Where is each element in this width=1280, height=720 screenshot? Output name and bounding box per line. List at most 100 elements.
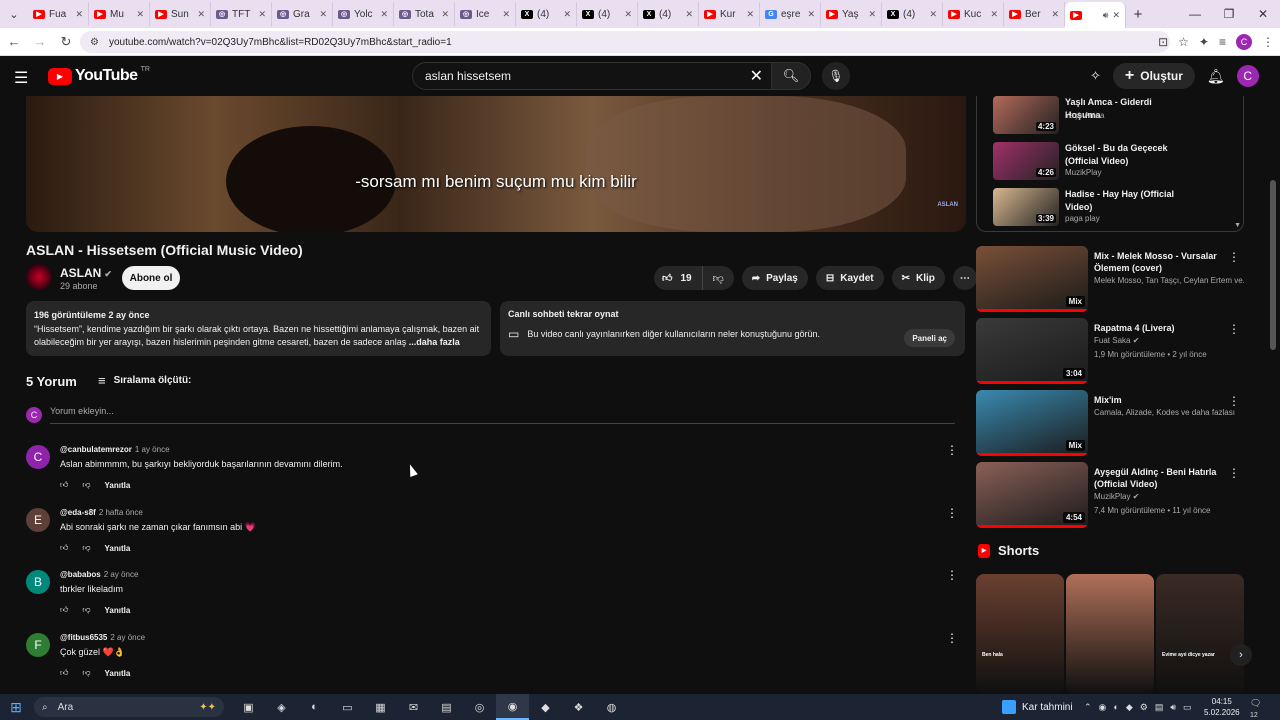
- copilot-icon[interactable]: ◈: [265, 694, 298, 720]
- browser-tab[interactable]: X (4) ✕: [516, 2, 577, 26]
- more-options-icon[interactable]: ⋮: [1228, 250, 1240, 264]
- tab-close-icon[interactable]: ✕: [75, 9, 83, 20]
- mail-icon[interactable]: ✉: [397, 694, 430, 720]
- browser-tab[interactable]: X (4) ✕: [638, 2, 699, 26]
- app-icon-3[interactable]: ❖: [562, 694, 595, 720]
- browser-tab[interactable]: ◎ TFT ✕: [211, 2, 272, 26]
- browser-tab[interactable]: ▶ Kur ✕: [699, 2, 760, 26]
- browser-tab[interactable]: ▶ Mu ✕: [89, 2, 150, 26]
- reply-button[interactable]: Yanıtla: [105, 544, 131, 553]
- save-button[interactable]: ⊟ Kaydet: [815, 266, 884, 290]
- playlist-item[interactable]: 3:39 Hadise - Hay Hay (Official Video) pag…: [993, 188, 1233, 226]
- show-more-link[interactable]: ...daha fazla: [409, 337, 460, 347]
- shorts-next-button[interactable]: ›: [1230, 644, 1252, 666]
- more-options-icon[interactable]: ⋮: [1228, 394, 1240, 408]
- site-info-icon[interactable]: ⚙: [90, 37, 99, 48]
- comment-avatar[interactable]: B: [26, 570, 50, 594]
- create-button[interactable]: + Oluştur: [1112, 63, 1195, 89]
- thumbs-up-icon[interactable]: 👍︎: [60, 668, 68, 678]
- channel-avatar[interactable]: [26, 264, 52, 290]
- store-icon[interactable]: ▦: [364, 694, 397, 720]
- page-scrollbar[interactable]: [1270, 180, 1276, 350]
- new-tab-button[interactable]: +: [1126, 6, 1150, 23]
- comment-time[interactable]: 1 ay önce: [135, 445, 170, 454]
- notification-center-icon[interactable]: 🗨︎12: [1250, 698, 1268, 719]
- playlist-item[interactable]: 4:26 Göksel - Bu da Geçecek (Official Vid…: [993, 142, 1233, 180]
- search-input[interactable]: aslan hissetsem ✕: [412, 62, 772, 90]
- channel-name[interactable]: ASLAN ✔: [60, 266, 112, 280]
- system-clock[interactable]: 04:15 5.02.2026: [1204, 696, 1240, 718]
- app-icon[interactable]: ▤: [430, 694, 463, 720]
- tab-close-icon[interactable]: ✕: [319, 9, 327, 20]
- comment-more-icon[interactable]: ⋮: [946, 443, 958, 457]
- voice-search-button[interactable]: 🎙︎: [822, 62, 850, 90]
- short-video[interactable]: [1066, 574, 1154, 694]
- comment-username[interactable]: @fitbus6535: [60, 633, 107, 642]
- browser-menu-icon[interactable]: ⋮: [1262, 35, 1274, 49]
- thumbs-down-icon[interactable]: 👎︎: [82, 543, 90, 553]
- back-icon[interactable]: ←: [2, 34, 26, 49]
- tab-close-icon[interactable]: ✕: [380, 9, 388, 20]
- tab-close-icon[interactable]: ✕: [746, 9, 754, 20]
- tab-close-icon[interactable]: ✕: [807, 9, 815, 20]
- comment-time[interactable]: 2 ay önce: [104, 570, 139, 579]
- app-icon-2[interactable]: ◆: [529, 694, 562, 720]
- reply-button[interactable]: Yanıtla: [105, 669, 131, 678]
- tab-close-icon[interactable]: ✕: [685, 9, 693, 20]
- recommended-video[interactable]: Mix Mix'im Camala, Alizade, Kodes ve daha …: [976, 390, 1244, 456]
- browser-tab[interactable]: ▶ Ber ✕: [1004, 2, 1065, 26]
- tray-app-icon-2[interactable]: ◐: [1113, 702, 1118, 712]
- edge-icon[interactable]: ◐: [298, 694, 331, 720]
- share-button[interactable]: ➦ Paylaş: [741, 266, 808, 290]
- tab-close-icon[interactable]: ✕: [1051, 9, 1059, 20]
- browser-tab[interactable]: ▶ Yaş ✕: [821, 2, 882, 26]
- add-comment-input[interactable]: Yorum ekleyin...: [50, 406, 955, 424]
- dislike-button[interactable]: 👎︎: [703, 266, 734, 290]
- minimize-icon[interactable]: —: [1178, 0, 1212, 28]
- reply-button[interactable]: Yanıtla: [105, 606, 131, 615]
- tray-app-icon-4[interactable]: ⚙: [1140, 702, 1148, 713]
- comment-time[interactable]: 2 hafta önce: [99, 508, 143, 517]
- restore-icon[interactable]: ❐: [1212, 0, 1246, 28]
- clip-button[interactable]: ✂ Klip: [891, 266, 945, 290]
- tray-app-icon-3[interactable]: ◆: [1126, 702, 1133, 713]
- recommended-video[interactable]: 3:04 Rapatma 4 (Livera) Fuat Saka ✔ 1,9 Mn …: [976, 318, 1244, 384]
- comment-more-icon[interactable]: ⋮: [946, 506, 958, 520]
- tab-close-icon[interactable]: ✕: [258, 9, 266, 20]
- browser-tab[interactable]: ◎ Tota ✕: [394, 2, 455, 26]
- taskbar-search[interactable]: ⌕ Ara ✦✦: [34, 697, 224, 717]
- short-video[interactable]: Evime ayıi dicye yazar: [1156, 574, 1244, 694]
- notifications-bell-icon[interactable]: 🔔︎: [1207, 68, 1225, 85]
- task-view-icon[interactable]: ▣: [232, 694, 265, 720]
- tab-search-icon[interactable]: ⌄: [0, 0, 28, 28]
- thumbs-down-icon[interactable]: 👎︎: [82, 668, 90, 678]
- tray-app-icon[interactable]: ◉: [1099, 702, 1107, 713]
- browser-tab[interactable]: X (4) ✕: [577, 2, 638, 26]
- account-avatar[interactable]: C: [1236, 65, 1259, 87]
- comment-more-icon[interactable]: ⋮: [946, 568, 958, 582]
- short-video[interactable]: Ben hala: [976, 574, 1064, 694]
- comment-avatar[interactable]: F: [26, 633, 50, 657]
- comment-username[interactable]: @canbulatemrezor: [60, 445, 132, 454]
- app-icon-4[interactable]: ◍: [595, 694, 628, 720]
- thumbs-up-icon[interactable]: 👍︎: [60, 605, 68, 615]
- sort-comments-button[interactable]: ≡ Sıralama ölçütü:: [98, 373, 191, 388]
- video-player[interactable]: -sorsam mı benim suçum mu kim bilir ASLA…: [26, 96, 966, 232]
- youtube-premium-icon[interactable]: ✧: [1090, 68, 1101, 84]
- search-button[interactable]: 🔍︎: [771, 62, 811, 90]
- browser-tab[interactable]: ◎ Gra ✕: [272, 2, 333, 26]
- recommended-video[interactable]: 4:54 Ayşegül Aldinç - Beni Hatırla (Offic…: [976, 462, 1244, 528]
- media-controls-icon[interactable]: ≡: [1219, 35, 1226, 49]
- like-button[interactable]: 👍︎ 19: [654, 266, 703, 290]
- comment-username[interactable]: @bababos: [60, 570, 101, 579]
- thumbs-down-icon[interactable]: 👎︎: [82, 480, 90, 490]
- install-app-icon[interactable]: ⊡: [1158, 35, 1168, 49]
- menu-icon[interactable]: ☰: [14, 68, 28, 88]
- thumbs-down-icon[interactable]: 👎︎: [82, 605, 90, 615]
- tab-close-icon[interactable]: ✕: [868, 9, 876, 20]
- file-explorer-icon[interactable]: ▭: [331, 694, 364, 720]
- thumbs-up-icon[interactable]: 👍︎: [60, 480, 68, 490]
- browser-tab[interactable]: ◎ Ice ✕: [455, 2, 516, 26]
- reply-button[interactable]: Yanıtla: [105, 481, 131, 490]
- comment-time[interactable]: 2 ay önce: [110, 633, 145, 642]
